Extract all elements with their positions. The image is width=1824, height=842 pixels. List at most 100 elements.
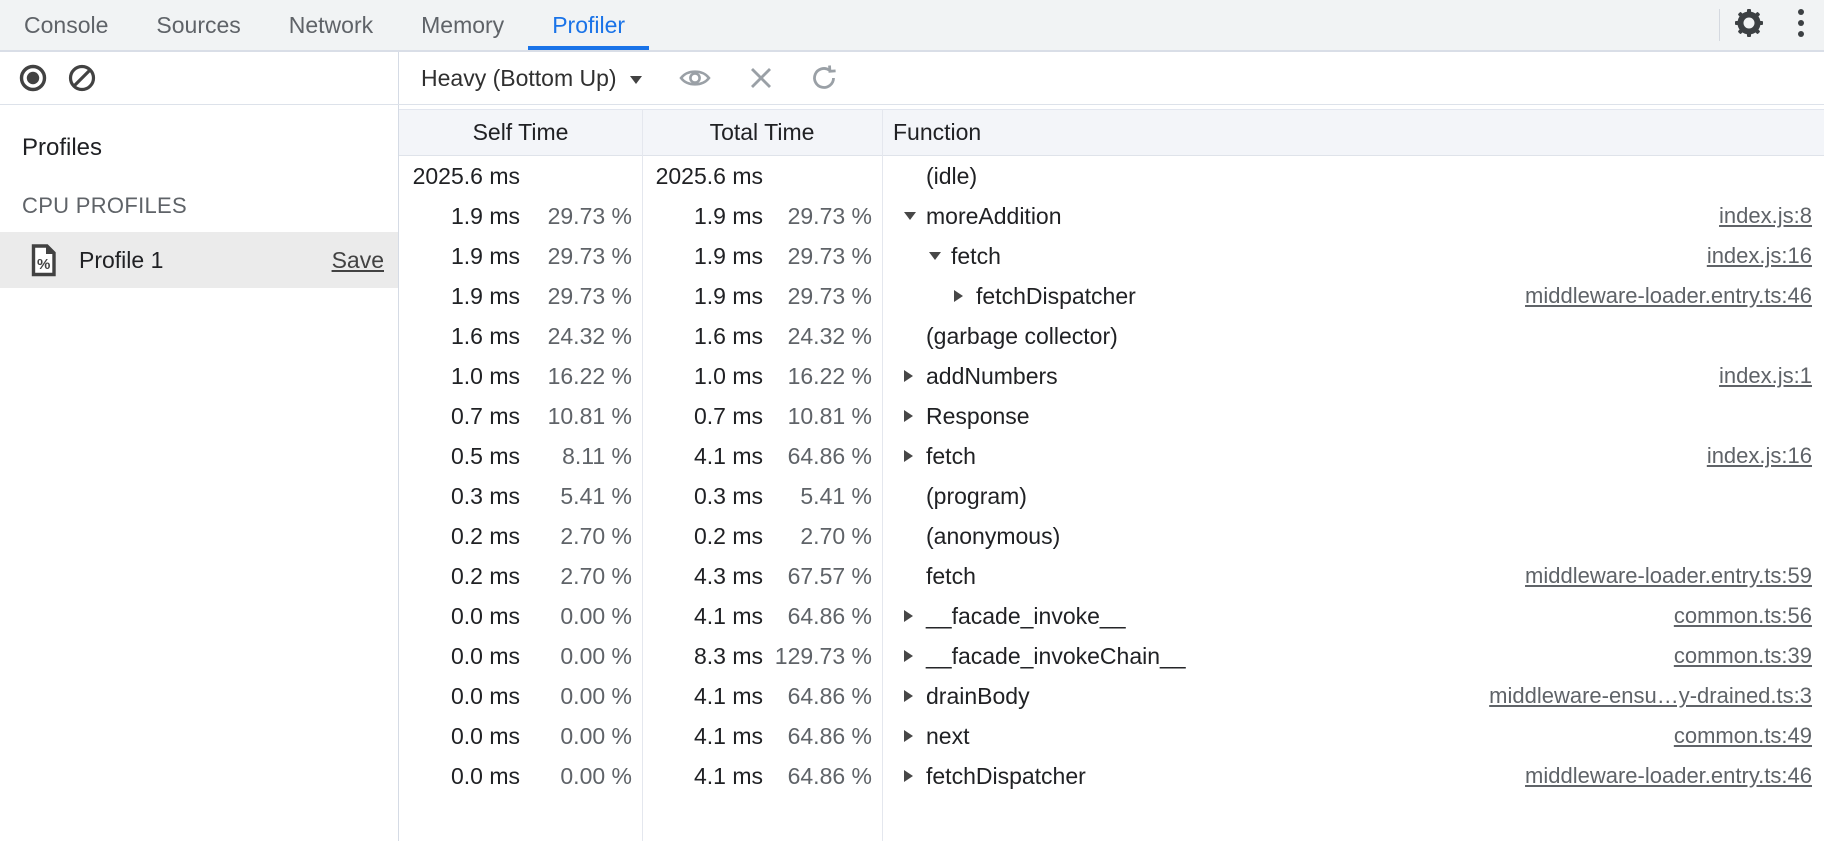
table-row[interactable]: 2025.6 ms2025.6 ms(idle) — [399, 156, 1824, 196]
record-button[interactable] — [18, 63, 48, 93]
total-time-ms: 4.1 ms — [642, 443, 763, 470]
tree-expand-arrow-icon[interactable] — [904, 410, 924, 422]
tree-expand-arrow-icon[interactable] — [929, 252, 949, 260]
table-row[interactable]: 0.0 ms0.00 %4.1 ms64.86 %drainBodymiddle… — [399, 676, 1824, 716]
total-time-ms: 1.9 ms — [642, 283, 763, 310]
total-time-cell: 4.1 ms64.86 % — [642, 683, 882, 710]
source-location-link[interactable]: index.js:8 — [1719, 203, 1824, 229]
tree-expand-arrow-icon[interactable] — [904, 450, 924, 462]
total-time-cell: 8.3 ms129.73 % — [642, 643, 882, 670]
profiler-toolbar-left — [0, 52, 399, 104]
self-time-ms: 0.0 ms — [399, 603, 520, 630]
source-location-link[interactable]: index.js:16 — [1707, 243, 1824, 269]
column-header-total-time[interactable]: Total Time — [642, 110, 882, 155]
eye-icon — [678, 66, 712, 90]
total-time-cell: 1.6 ms24.32 % — [642, 323, 882, 350]
total-time-ms: 0.2 ms — [642, 523, 763, 550]
total-time-pct: 64.86 % — [763, 763, 882, 790]
tab-console[interactable]: Console — [0, 0, 132, 50]
table-row[interactable]: 0.0 ms0.00 %4.1 ms64.86 %fetchDispatcher… — [399, 756, 1824, 796]
self-time-pct: 16.22 % — [520, 363, 642, 390]
source-location-link[interactable]: middleware-loader.entry.ts:46 — [1525, 283, 1824, 309]
tree-expand-arrow-icon[interactable] — [904, 212, 924, 220]
self-time-pct: 0.00 % — [520, 763, 642, 790]
self-time-ms: 0.7 ms — [399, 403, 520, 430]
column-header-self-time[interactable]: Self Time — [399, 110, 642, 155]
total-time-cell: 4.1 ms64.86 % — [642, 723, 882, 750]
self-time-pct: 0.00 % — [520, 643, 642, 670]
table-row[interactable]: 0.5 ms8.11 %4.1 ms64.86 %fetchindex.js:1… — [399, 436, 1824, 476]
function-name: drainBody — [926, 683, 1030, 710]
restore-all-button[interactable] — [810, 64, 838, 92]
source-location-link[interactable]: common.ts:49 — [1674, 723, 1824, 749]
table-row[interactable]: 0.2 ms2.70 %0.2 ms2.70 %(anonymous) — [399, 516, 1824, 556]
source-location-link[interactable]: common.ts:39 — [1674, 643, 1824, 669]
function-cell: fetchmiddleware-loader.entry.ts:59 — [882, 563, 1824, 590]
table-row[interactable]: 0.0 ms0.00 %8.3 ms129.73 %__facade_invok… — [399, 636, 1824, 676]
function-cell: __facade_invokeChain__common.ts:39 — [882, 643, 1824, 670]
total-time-pct: 129.73 % — [763, 643, 882, 670]
tree-expand-arrow-icon[interactable] — [954, 290, 974, 302]
self-time-cell: 0.0 ms0.00 % — [399, 763, 642, 790]
tab-memory[interactable]: Memory — [397, 0, 528, 50]
tree-expand-arrow-icon[interactable] — [904, 610, 924, 622]
total-time-pct: 10.81 % — [763, 403, 882, 430]
total-time-cell: 0.3 ms5.41 % — [642, 483, 882, 510]
function-name: Response — [926, 403, 1030, 430]
tab-profiler[interactable]: Profiler — [528, 0, 649, 50]
source-location-link[interactable]: common.ts:56 — [1674, 603, 1824, 629]
table-row[interactable]: 0.0 ms0.00 %4.1 ms64.86 %__facade_invoke… — [399, 596, 1824, 636]
tree-expand-arrow-icon[interactable] — [904, 370, 924, 382]
self-time-pct: 24.32 % — [520, 323, 642, 350]
total-time-pct: 16.22 % — [763, 363, 882, 390]
total-time-ms: 2025.6 ms — [642, 163, 763, 190]
self-time-pct: 0.00 % — [520, 683, 642, 710]
sidebar-title: Profiles — [22, 134, 398, 162]
view-mode-select[interactable]: Heavy (Bottom Up) — [421, 65, 642, 92]
tree-expand-arrow-icon[interactable] — [904, 730, 924, 742]
function-name: fetchDispatcher — [926, 763, 1086, 790]
kebab-menu-icon — [1797, 7, 1805, 44]
tree-expand-arrow-icon[interactable] — [904, 650, 924, 662]
tab-sources[interactable]: Sources — [132, 0, 264, 50]
table-row[interactable]: 0.7 ms10.81 %0.7 ms10.81 %Response — [399, 396, 1824, 436]
refresh-icon — [810, 64, 838, 92]
table-row[interactable]: 0.0 ms0.00 %4.1 ms64.86 %nextcommon.ts:4… — [399, 716, 1824, 756]
table-row[interactable]: 1.0 ms16.22 %1.0 ms16.22 %addNumbersinde… — [399, 356, 1824, 396]
table-row[interactable]: 0.3 ms5.41 %0.3 ms5.41 % (program) — [399, 476, 1824, 516]
self-time-cell: 0.5 ms8.11 % — [399, 443, 642, 470]
focus-selected-button[interactable] — [678, 66, 712, 90]
settings-button[interactable] — [1720, 0, 1778, 50]
table-row[interactable]: 1.9 ms29.73 %1.9 ms29.73 %moreAdditionin… — [399, 196, 1824, 236]
source-location-link[interactable]: middleware-loader.entry.ts:46 — [1525, 763, 1824, 789]
self-time-ms: 1.0 ms — [399, 363, 520, 390]
total-time-ms: 4.1 ms — [642, 723, 763, 750]
profiler-toolbar: Heavy (Bottom Up) — [0, 52, 1824, 105]
self-time-cell: 0.3 ms5.41 % — [399, 483, 642, 510]
self-time-pct: 29.73 % — [520, 283, 642, 310]
table-row[interactable]: 1.9 ms29.73 %1.9 ms29.73 %fetchDispatche… — [399, 276, 1824, 316]
save-profile-link[interactable]: Save — [332, 247, 384, 274]
devtools-tabbar: Console Sources Network Memory Profiler — [0, 0, 1824, 52]
more-options-button[interactable] — [1778, 0, 1824, 50]
table-row[interactable]: 1.9 ms29.73 %1.9 ms29.73 %fetchindex.js:… — [399, 236, 1824, 276]
source-location-link[interactable]: middleware-loader.entry.ts:59 — [1525, 563, 1824, 589]
clear-icon — [67, 63, 97, 93]
clear-profiles-button[interactable] — [67, 63, 97, 93]
column-header-function[interactable]: Function — [882, 110, 1824, 155]
total-time-pct: 5.41 % — [763, 483, 882, 510]
source-location-link[interactable]: index.js:16 — [1707, 443, 1824, 469]
function-name: (program) — [926, 483, 1027, 510]
tab-network[interactable]: Network — [265, 0, 397, 50]
tree-expand-arrow-icon[interactable] — [904, 770, 924, 782]
source-location-link[interactable]: middleware-ensu…y-drained.ts:3 — [1489, 683, 1824, 709]
exclude-selected-button[interactable] — [748, 65, 774, 91]
cpu-profiles-section-label: CPU PROFILES — [22, 193, 398, 219]
source-location-link[interactable]: index.js:1 — [1719, 363, 1824, 389]
table-row[interactable]: 0.2 ms2.70 %4.3 ms67.57 %fetchmiddleware… — [399, 556, 1824, 596]
tree-expand-arrow-icon[interactable] — [904, 690, 924, 702]
sidebar-item-profile-1[interactable]: % Profile 1 Save — [0, 232, 398, 288]
function-name: (garbage collector) — [926, 323, 1118, 350]
total-time-pct: 64.86 % — [763, 723, 882, 750]
table-row[interactable]: 1.6 ms24.32 %1.6 ms24.32 %(garbage colle… — [399, 316, 1824, 356]
